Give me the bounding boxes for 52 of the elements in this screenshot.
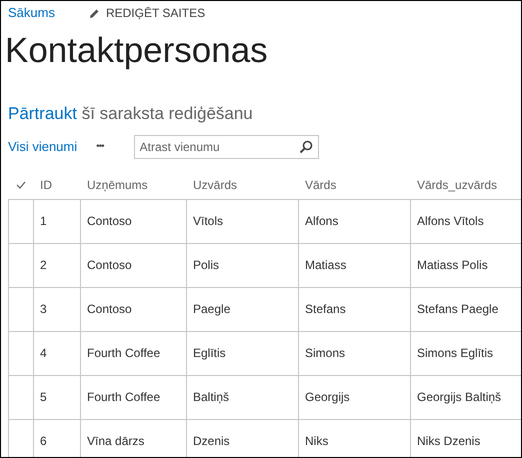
table-cell-text: 4: [40, 345, 47, 362]
home-link[interactable]: Sākums: [8, 3, 55, 23]
table-cell-text: 3: [40, 301, 47, 318]
row-selector[interactable]: [8, 376, 34, 418]
table-cell-text: Georgijs: [305, 389, 350, 406]
table-cell-text: Fourth Coffee: [87, 345, 160, 362]
table-cell-text: Simons: [305, 345, 346, 362]
table-cell-text: Polis: [193, 257, 220, 274]
table-cell-text: Paegle: [193, 301, 230, 318]
table-cell-text: Vītols: [193, 213, 224, 230]
table-cell-text: Dzenis: [193, 433, 230, 450]
column-header[interactable]: Vārds_uzvārds: [417, 178, 498, 192]
row-selector[interactable]: [8, 420, 34, 457]
table-cell-text: Alfons: [305, 213, 338, 230]
table-cell-text: 2: [40, 257, 47, 274]
stop-editing-link[interactable]: Pārtraukt: [8, 104, 77, 123]
table-cell-text: 5: [40, 389, 47, 406]
row-selector[interactable]: [8, 288, 34, 330]
table-cell-text: Niks: [305, 433, 328, 450]
checkmark-icon[interactable]: [16, 181, 26, 189]
table-cell-text: 6: [40, 433, 47, 450]
table-cell-text: Matiass Polis: [417, 257, 488, 274]
column-header[interactable]: ID: [40, 178, 52, 192]
table-cell-text: Eglītis: [193, 345, 226, 362]
column-header[interactable]: Uzņēmums: [87, 178, 148, 192]
table-cell-text: Alfons Vītols: [417, 213, 484, 230]
pencil-icon: [88, 8, 100, 18]
table-cell-text: Stefans Paegle: [417, 301, 498, 318]
table-cell-text: Vīna dārzs: [87, 433, 144, 450]
search-icon[interactable]: [298, 140, 313, 154]
table-cell-text: Fourth Coffee: [87, 389, 160, 406]
column-header[interactable]: Uzvārds: [193, 178, 238, 192]
row-selector[interactable]: [8, 200, 34, 242]
page-title: Kontaktpersonas: [5, 30, 269, 72]
column-header[interactable]: Vārds: [305, 178, 336, 192]
table-cell-text: Niks Dzenis: [417, 433, 480, 450]
row-selector[interactable]: [8, 244, 34, 286]
edit-links-button[interactable]: REDIĢĒT SAITES: [88, 4, 206, 22]
edit-notice: Pārtraukt šī saraksta rediģēšanu: [8, 103, 254, 125]
table-cell-text: Matiass: [305, 257, 346, 274]
table-cell-text: 1: [40, 213, 47, 230]
more-button[interactable]: •••: [96, 139, 104, 154]
row-selector[interactable]: [8, 332, 34, 374]
table-cell-text: Baltiņš: [193, 389, 230, 406]
table-cell-text: Stefans: [305, 301, 346, 318]
table-cell-text: Contoso: [87, 301, 132, 318]
view-link[interactable]: Visi vienumi: [8, 136, 78, 156]
table-cell-text: Simons Eglītis: [417, 345, 494, 362]
search-field[interactable]: Atrast vienumu: [134, 134, 319, 158]
table-cell-text: Contoso: [87, 257, 132, 274]
table-cell-text: Contoso: [87, 213, 132, 230]
table-cell-text: Georgijs Baltiņš: [417, 389, 502, 406]
